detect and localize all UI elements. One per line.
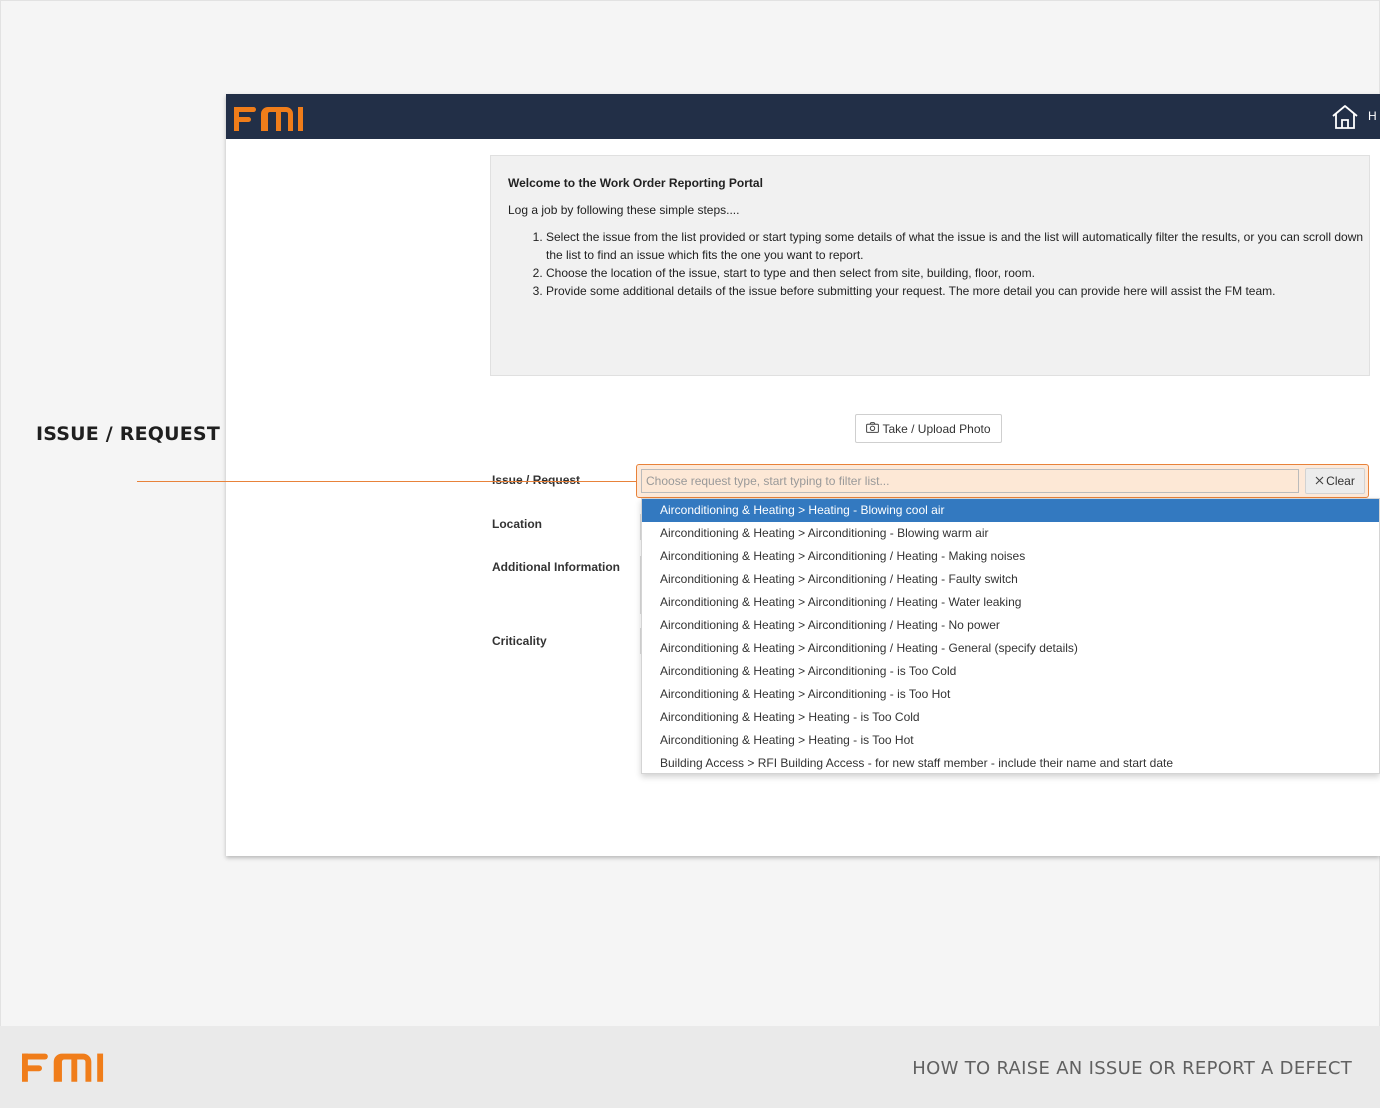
footer-fmi-logo — [22, 1050, 116, 1088]
dropdown-option[interactable]: Airconditioning & Heating > Aircondition… — [642, 568, 1379, 591]
dropdown-option[interactable]: Airconditioning & Heating > Aircondition… — [642, 660, 1379, 683]
welcome-panel: Welcome to the Work Order Reporting Port… — [490, 155, 1370, 376]
slide-footer: HOW TO RAISE AN ISSUE OR REPORT A DEFECT — [0, 1026, 1380, 1108]
top-navbar: H — [226, 94, 1380, 139]
criticality-label: Criticality — [492, 634, 547, 648]
close-icon — [1315, 474, 1324, 488]
take-upload-photo-button[interactable]: Take / Upload Photo — [855, 414, 1002, 443]
dropdown-option[interactable]: Airconditioning & Heating > Aircondition… — [642, 614, 1379, 637]
welcome-steps: Select the issue from the list provided … — [532, 228, 1366, 300]
camera-icon — [866, 421, 880, 436]
dropdown-option[interactable]: Airconditioning & Heating > Aircondition… — [642, 545, 1379, 568]
footer-title: HOW TO RAISE AN ISSUE OR REPORT A DEFECT — [912, 1058, 1352, 1079]
annotation-pointer-line — [137, 481, 637, 482]
welcome-title: Welcome to the Work Order Reporting Port… — [508, 176, 763, 190]
clear-button[interactable]: Clear — [1305, 468, 1365, 494]
welcome-step: Provide some additional details of the i… — [546, 282, 1366, 300]
location-label: Location — [492, 517, 542, 531]
issue-request-input[interactable] — [641, 469, 1299, 493]
clear-button-label: Clear — [1326, 474, 1355, 488]
welcome-intro: Log a job by following these simple step… — [508, 203, 740, 217]
dropdown-option[interactable]: Airconditioning & Heating > Aircondition… — [642, 522, 1379, 545]
dropdown-option[interactable]: Airconditioning & Heating > Aircondition… — [642, 683, 1379, 706]
dropdown-option[interactable]: Building Access > RFI Building Access - … — [642, 752, 1379, 773]
issue-request-label: Issue / Request — [492, 473, 581, 487]
additional-information-label: Additional Information — [492, 560, 620, 574]
dropdown-option[interactable]: Airconditioning & Heating > Aircondition… — [642, 591, 1379, 614]
welcome-step: Choose the location of the issue, start … — [546, 264, 1366, 282]
home-icon[interactable] — [1330, 103, 1360, 136]
issue-dropdown-list: Airconditioning & Heating > Heating - Bl… — [641, 498, 1380, 774]
home-link-label[interactable]: H — [1368, 109, 1377, 123]
dropdown-option[interactable]: Airconditioning & Heating > Aircondition… — [642, 637, 1379, 660]
dropdown-option[interactable]: Airconditioning & Heating > Heating - Bl… — [642, 499, 1379, 522]
app-window: H Welcome to the Work Order Reporting Po… — [226, 94, 1380, 856]
welcome-step: Select the issue from the list provided … — [546, 228, 1366, 264]
annotation-label: ISSUE / REQUEST — [36, 423, 220, 445]
photo-button-label: Take / Upload Photo — [882, 421, 991, 436]
fmi-logo[interactable] — [234, 104, 314, 137]
dropdown-option[interactable]: Airconditioning & Heating > Heating - is… — [642, 706, 1379, 729]
dropdown-option[interactable]: Airconditioning & Heating > Heating - is… — [642, 729, 1379, 752]
issue-request-field: Clear — [636, 464, 1369, 498]
